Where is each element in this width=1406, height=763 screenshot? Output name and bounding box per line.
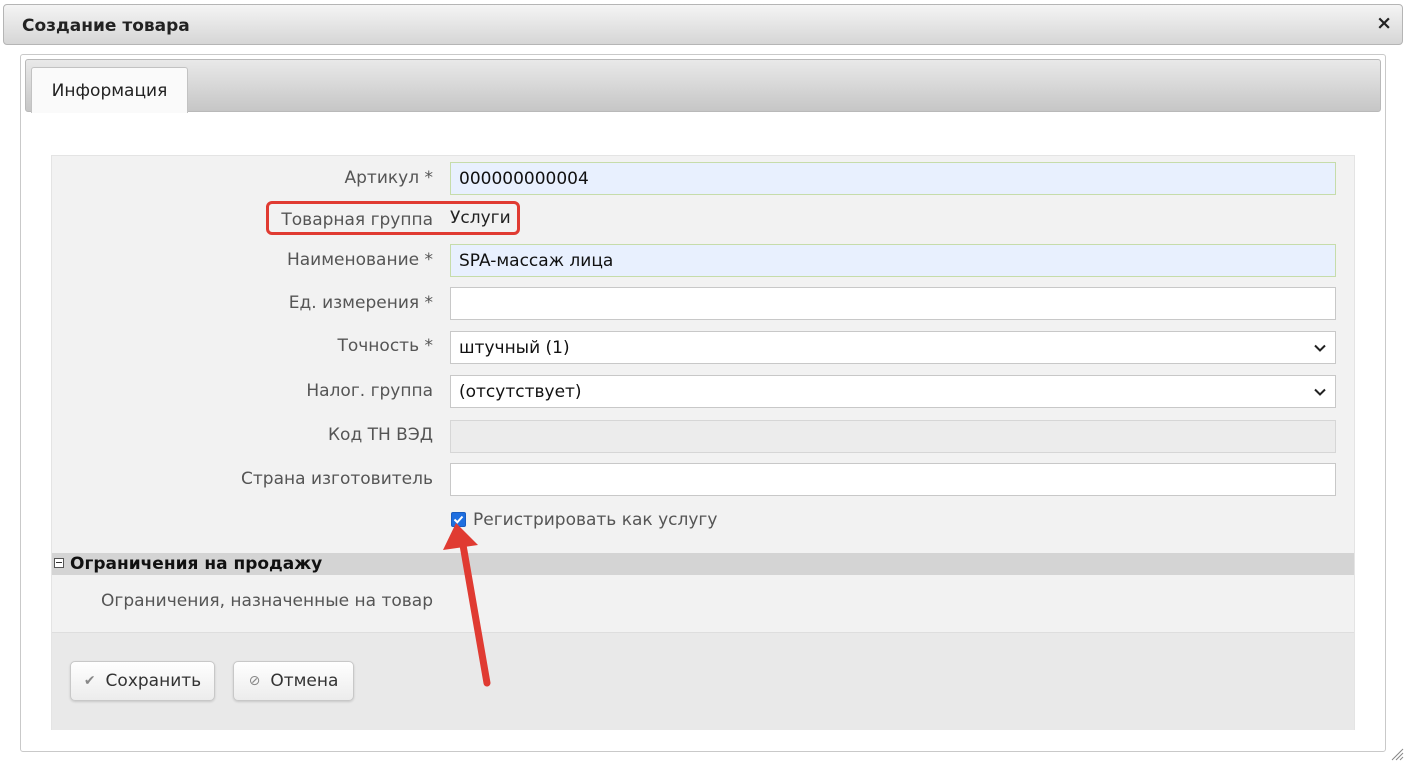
tab-bar: Информация bbox=[25, 59, 1381, 113]
collapse-icon[interactable] bbox=[54, 558, 64, 568]
cancel-icon: ⊘ bbox=[248, 673, 261, 689]
checkmark-icon bbox=[453, 515, 464, 524]
article-input[interactable]: 000000000004 bbox=[450, 162, 1336, 195]
tn-ved-input bbox=[450, 420, 1336, 453]
dialog-title: Создание товара bbox=[22, 16, 190, 36]
resize-grip-icon[interactable] bbox=[1390, 747, 1404, 761]
product-form: Артикул * 000000000004 Товарная группа У… bbox=[51, 155, 1355, 730]
unit-label: Ед. измерения * bbox=[288, 293, 433, 313]
button-bar: ✔ Сохранить ⊘ Отмена bbox=[52, 632, 1354, 730]
tax-group-label: Налог. группа bbox=[306, 381, 433, 401]
tax-group-select[interactable]: (отсутствует) bbox=[450, 375, 1336, 408]
precision-label: Точность * bbox=[337, 336, 433, 356]
article-label: Артикул * bbox=[344, 168, 433, 188]
sales-restrictions-header[interactable]: Ограничения на продажу bbox=[52, 553, 1354, 575]
restrictions-label: Ограничения, назначенные на товар bbox=[101, 591, 433, 611]
save-button[interactable]: ✔ Сохранить bbox=[70, 661, 215, 701]
name-input[interactable]: SPA-массаж лица bbox=[450, 244, 1336, 277]
dialog-body: Информация Артикул * 000000000004 Товарн… bbox=[20, 54, 1386, 752]
check-icon: ✔ bbox=[83, 673, 96, 689]
precision-select[interactable]: штучный (1) bbox=[450, 331, 1336, 364]
country-label: Страна изготовитель bbox=[241, 469, 433, 489]
register-as-service-checkbox[interactable] bbox=[451, 512, 466, 527]
name-value: SPA-массаж лица bbox=[459, 250, 614, 271]
name-label: Наименование * bbox=[286, 250, 433, 270]
chevron-down-icon bbox=[1314, 388, 1326, 396]
register-as-service-label[interactable]: Регистрировать как услугу bbox=[473, 510, 717, 530]
cancel-button[interactable]: ⊘ Отмена bbox=[233, 661, 354, 701]
dialog-titlebar: Создание товара × bbox=[3, 4, 1403, 45]
article-value: 000000000004 bbox=[459, 168, 589, 189]
country-input[interactable] bbox=[450, 463, 1336, 496]
cancel-button-label: Отмена bbox=[270, 671, 339, 691]
product-group-label: Товарная группа bbox=[281, 210, 433, 230]
product-group-value: Услуги bbox=[450, 208, 511, 228]
tn-ved-label: Код ТН ВЭД bbox=[327, 425, 433, 445]
sales-restrictions-title: Ограничения на продажу bbox=[70, 554, 323, 574]
close-icon[interactable]: × bbox=[1376, 14, 1392, 33]
save-button-label: Сохранить bbox=[105, 671, 202, 691]
precision-value: штучный (1) bbox=[459, 337, 570, 358]
tax-group-value: (отсутствует) bbox=[459, 381, 582, 402]
unit-input[interactable] bbox=[450, 287, 1336, 320]
chevron-down-icon bbox=[1314, 344, 1326, 352]
tab-information[interactable]: Информация bbox=[31, 67, 188, 113]
